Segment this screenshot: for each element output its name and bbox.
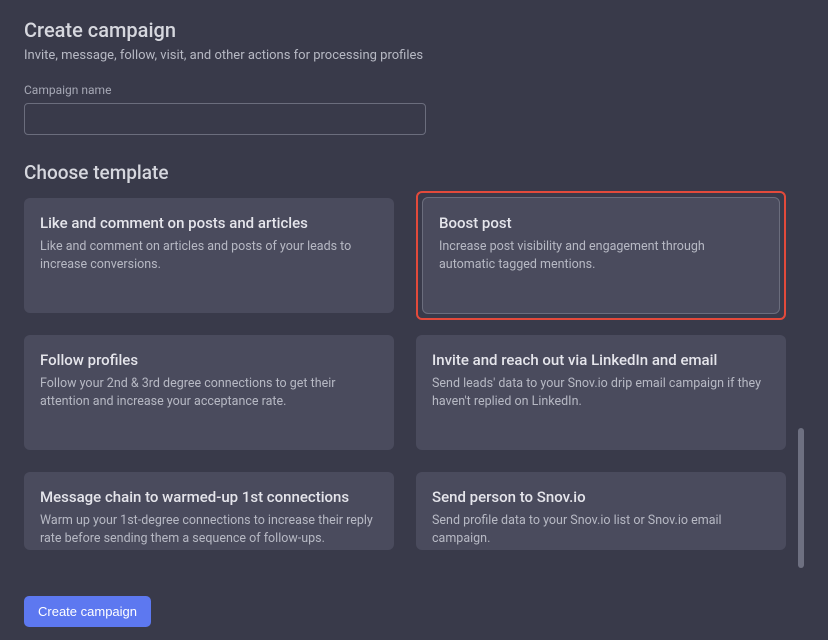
template-card-follow-profiles[interactable]: Follow profiles Follow your 2nd & 3rd de… <box>24 335 394 450</box>
template-title: Invite and reach out via LinkedIn and em… <box>432 351 770 369</box>
template-card-message-chain[interactable]: Message chain to warmed-up 1st connectio… <box>24 472 394 550</box>
template-desc: Increase post visibility and engagement … <box>439 238 763 273</box>
choose-template-title: Choose template <box>24 161 804 184</box>
campaign-name-input[interactable] <box>24 103 426 135</box>
footer: Create campaign <box>0 582 828 640</box>
page-title: Create campaign <box>24 18 804 42</box>
template-title: Follow profiles <box>40 351 378 369</box>
page-subtitle: Invite, message, follow, visit, and othe… <box>24 48 804 63</box>
scrollbar-track <box>798 358 804 578</box>
template-desc: Follow your 2nd & 3rd degree connections… <box>40 375 378 410</box>
template-card-boost-post-selected[interactable]: Boost post Increase post visibility and … <box>416 191 786 320</box>
template-desc: Send leads' data to your Snov.io drip em… <box>432 375 770 410</box>
create-campaign-button[interactable]: Create campaign <box>24 596 151 627</box>
template-card-send-snovio[interactable]: Send person to Snov.io Send profile data… <box>416 472 786 550</box>
template-desc: Like and comment on articles and posts o… <box>40 238 378 273</box>
template-title: Send person to Snov.io <box>432 488 770 506</box>
templates-grid: Like and comment on posts and articles L… <box>24 198 804 550</box>
template-title: Boost post <box>439 214 763 232</box>
template-title: Like and comment on posts and articles <box>40 214 378 232</box>
template-card-like-comment[interactable]: Like and comment on posts and articles L… <box>24 198 394 313</box>
template-desc: Send profile data to your Snov.io list o… <box>432 512 770 547</box>
scrollbar-thumb[interactable] <box>798 428 804 568</box>
campaign-name-label: Campaign name <box>24 83 804 97</box>
template-title: Message chain to warmed-up 1st connectio… <box>40 488 378 506</box>
template-card-invite-linkedin-email[interactable]: Invite and reach out via LinkedIn and em… <box>416 335 786 450</box>
template-desc: Warm up your 1st-degree connections to i… <box>40 512 378 547</box>
